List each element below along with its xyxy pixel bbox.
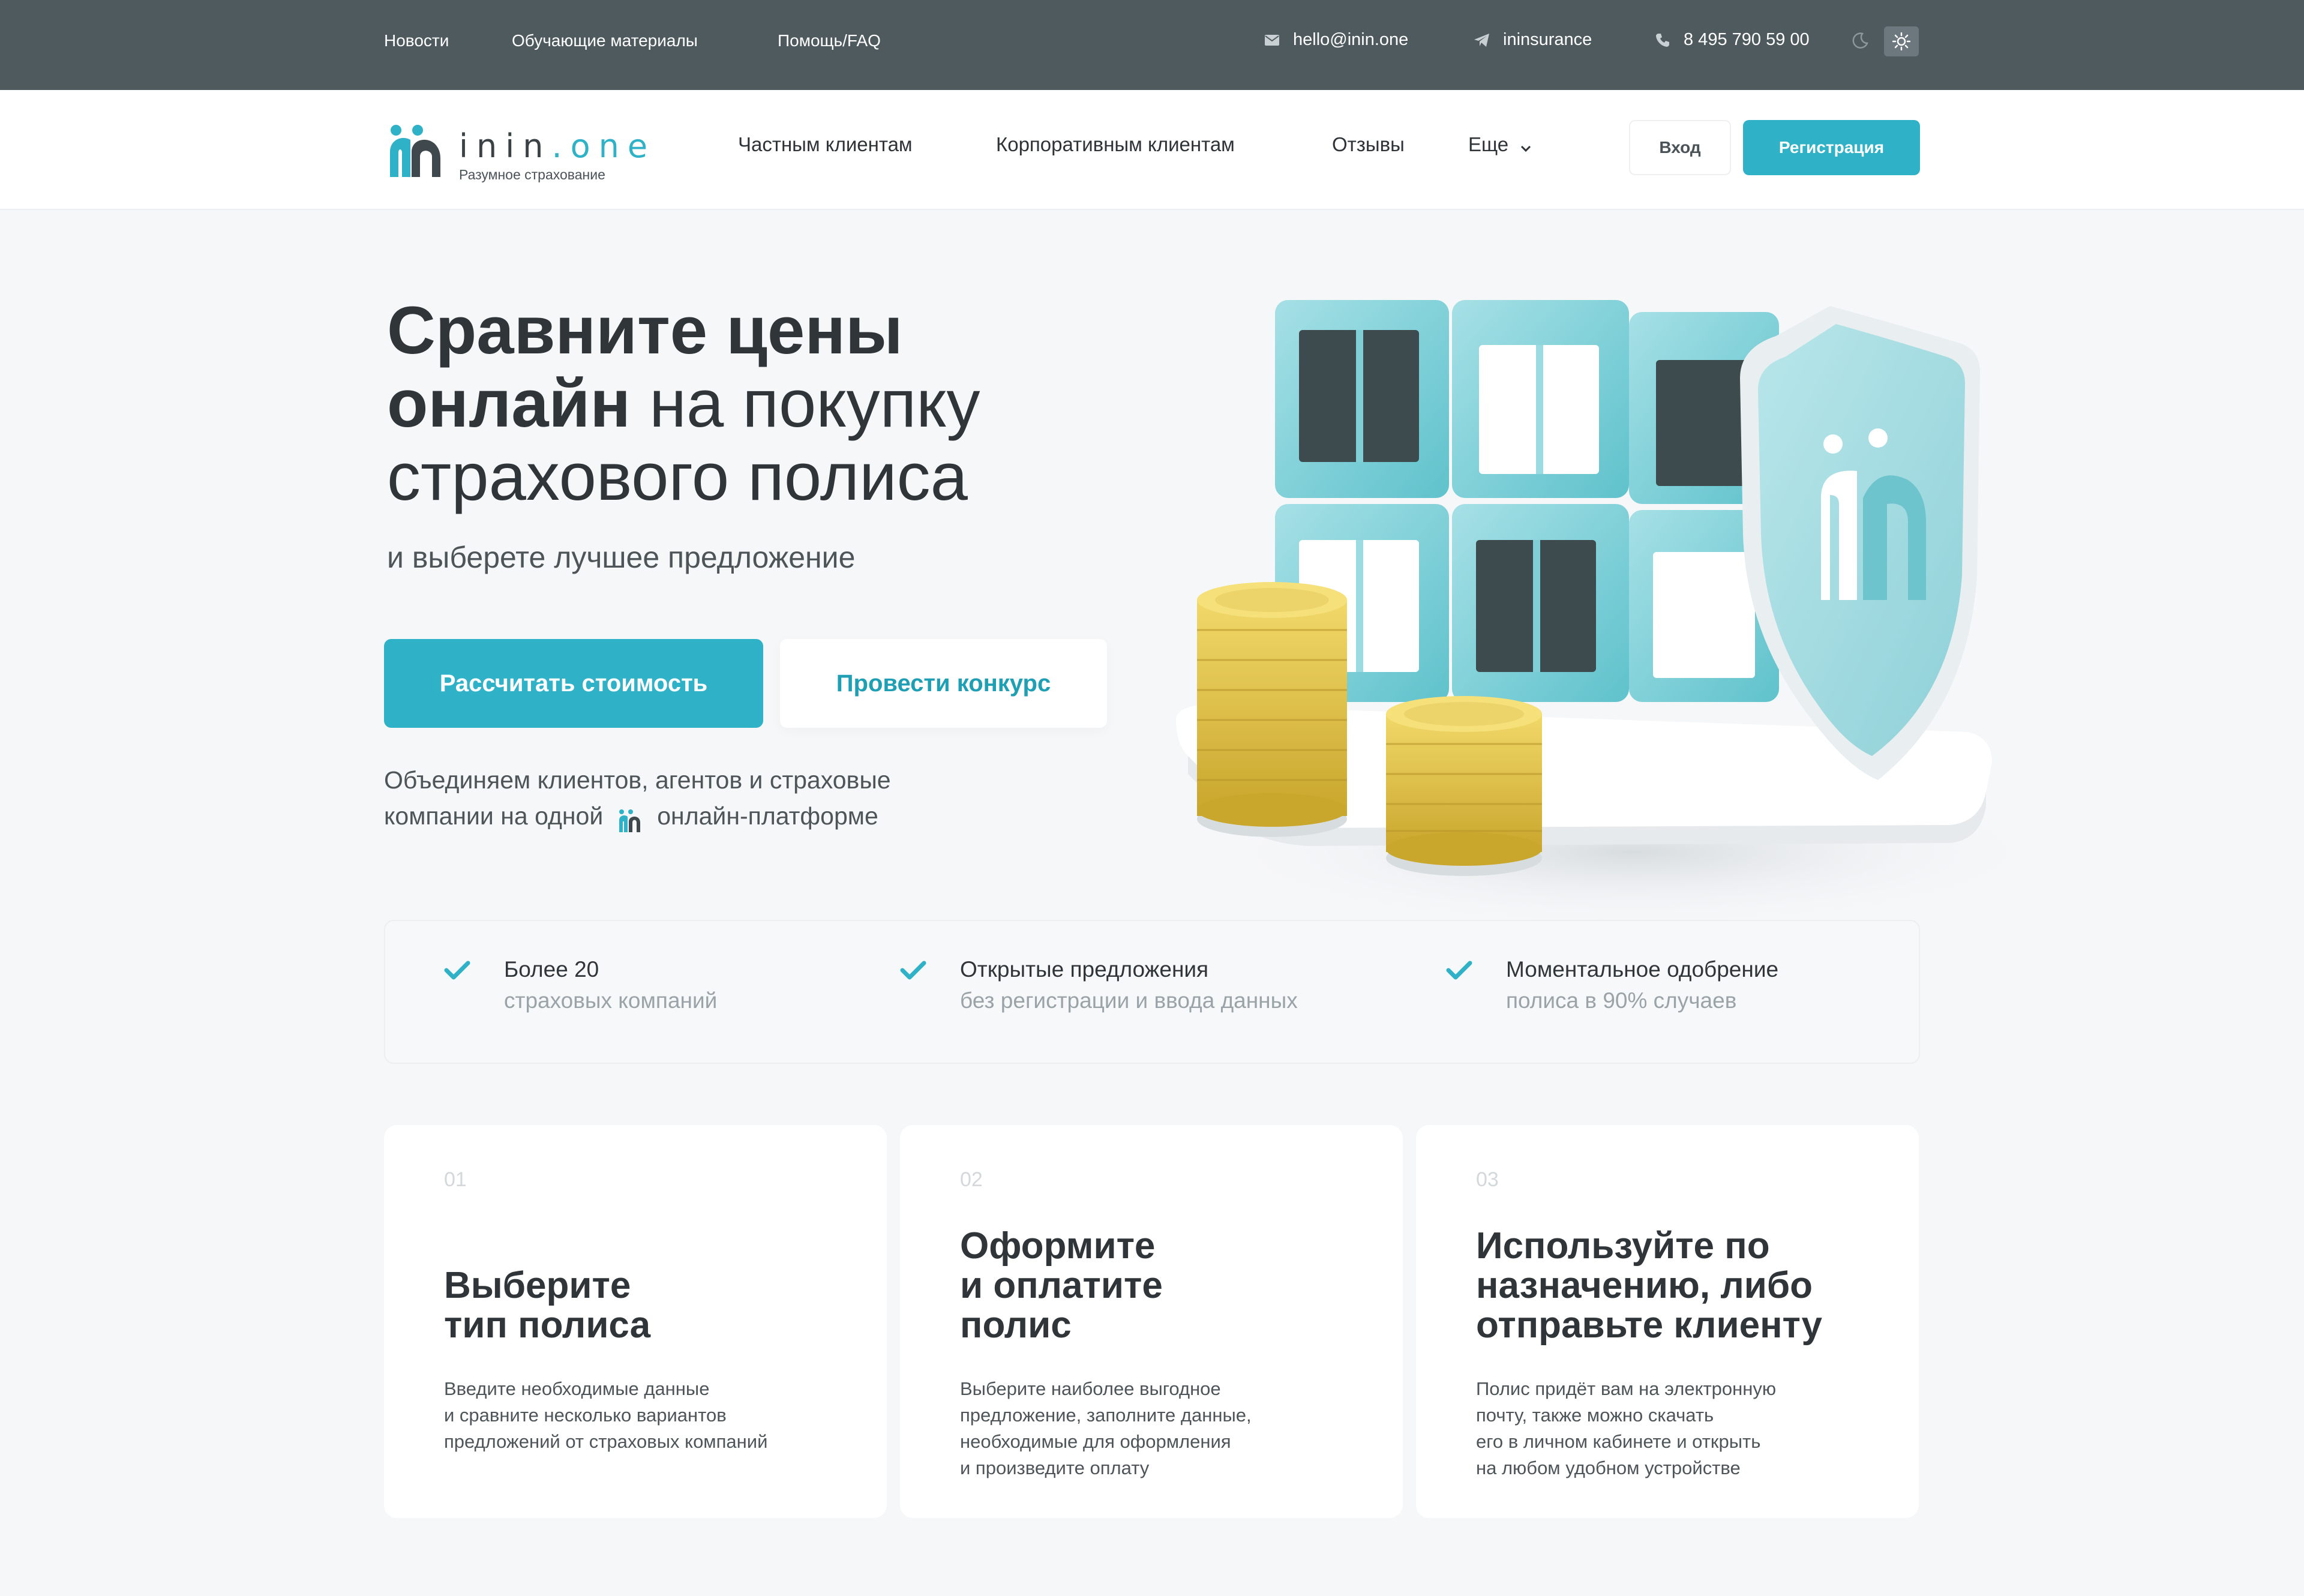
step-card-1: 01 Выберите тип полиса Введите необходим… (384, 1125, 887, 1518)
step-text: Выберите наиболее выгодное предложение, … (960, 1378, 1252, 1478)
step-title: Используйте по назначению, либо отправьт… (1476, 1225, 1822, 1346)
nav-more-label: Еще (1468, 133, 1509, 155)
top-link-help[interactable]: Помощь/FAQ (778, 31, 881, 50)
logo-wordmark: inin.one (459, 127, 656, 165)
hero-title-line2: онлайн на покупку (387, 366, 980, 441)
hero-title-line3: страхового полиса (387, 439, 968, 514)
step-title: Оформите и оплатите полис (960, 1225, 1163, 1346)
moon-icon[interactable] (1848, 29, 1872, 53)
step-number: 03 (1476, 1168, 1499, 1191)
telegram-icon (1473, 31, 1491, 49)
phone-text: 8 495 790 59 00 (1684, 30, 1810, 49)
phone-icon (1654, 31, 1672, 49)
check-icon (900, 961, 926, 980)
hero-subtitle: и выберете лучшее предложение (387, 541, 856, 574)
logo-mark-icon (390, 125, 440, 177)
nav-reviews[interactable]: Отзывы (1332, 133, 1405, 156)
contact-telegram[interactable]: ininsurance (1473, 30, 1592, 50)
check-icon (444, 961, 470, 980)
email-text: hello@inin.one (1293, 30, 1409, 49)
hero-description: Объединяем клиентов, агентов и страховые… (384, 762, 984, 834)
inline-logo-icon (616, 806, 644, 833)
main-header: inin.one Разумное страхование Частным кл… (0, 90, 2304, 210)
contact-phone[interactable]: 8 495 790 59 00 (1654, 30, 1810, 50)
hero-title-line1: Сравните цены (387, 293, 903, 368)
run-tender-button[interactable]: Провести конкурс (780, 639, 1107, 728)
top-link-news[interactable]: Новости (384, 31, 449, 50)
step-number: 01 (444, 1168, 467, 1191)
nav-corporate-clients[interactable]: Корпоративным клиентам (996, 133, 1235, 156)
hero-title: Сравните цены онлайн на покупку страхово… (387, 294, 1167, 514)
telegram-text: ininsurance (1503, 30, 1592, 49)
register-button[interactable]: Регистрация (1743, 120, 1920, 175)
logo-tagline: Разумное страхование (459, 167, 605, 182)
mail-icon (1263, 31, 1281, 49)
contact-email[interactable]: hello@inin.one (1263, 30, 1408, 50)
step-title: Выберите тип полиса (444, 1265, 651, 1346)
nav-private-clients[interactable]: Частным клиентам (738, 133, 913, 156)
calculate-cost-button[interactable]: Рассчитать стоимость (384, 639, 763, 728)
nav-more[interactable]: Еще (1468, 133, 1532, 157)
insurance-illustration (1176, 300, 2064, 930)
step-card-2: 02 Оформите и оплатите полис Выберите на… (900, 1125, 1403, 1518)
check-icon (1446, 961, 1472, 980)
step-number: 02 (960, 1168, 983, 1191)
sun-icon[interactable] (1884, 26, 1919, 56)
step-text: Введите необходимые данные и сравните не… (444, 1378, 768, 1452)
login-button[interactable]: Вход (1629, 120, 1731, 175)
site-logo[interactable]: inin.one Разумное страхование (384, 114, 648, 186)
step-text: Полис придёт вам на электронную почту, т… (1476, 1378, 1777, 1478)
top-bar: Новости Обучающие материалы Помощь/FAQ h… (0, 0, 2304, 90)
features-strip: Более 20 страховых компаний Открытые пре… (384, 920, 1920, 1064)
step-card-3: 03 Используйте по назначению, либо отпра… (1416, 1125, 1919, 1518)
chevron-down-icon (1520, 134, 1532, 157)
top-link-learning[interactable]: Обучающие материалы (512, 31, 698, 50)
